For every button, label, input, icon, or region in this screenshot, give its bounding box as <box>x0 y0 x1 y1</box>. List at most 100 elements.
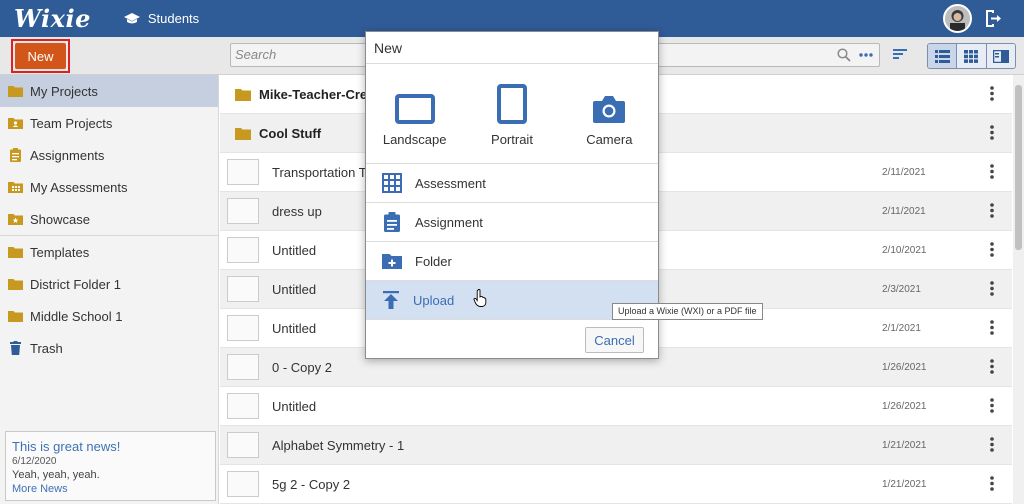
folder-icon <box>8 86 23 97</box>
file-thumbnail <box>227 276 259 302</box>
logout-icon[interactable] <box>983 8 1003 29</box>
sidebar-item-label: Templates <box>30 244 90 260</box>
kebab-menu-icon[interactable] <box>990 437 994 452</box>
list-view-button[interactable] <box>928 44 958 68</box>
menu-item-label: Upload <box>413 292 455 308</box>
kebab-menu-icon[interactable] <box>990 164 994 179</box>
menu-item-assignment[interactable]: Assignment <box>366 203 658 242</box>
file-thumbnail <box>227 198 259 224</box>
landscape-icon <box>394 94 435 124</box>
detail-view-icon <box>992 49 1009 63</box>
folder-icon <box>235 88 251 101</box>
file-row[interactable]: Alphabet Symmetry - 1 1/21/2021 <box>220 426 1012 465</box>
scrollbar-thumb[interactable] <box>1015 85 1022 250</box>
menu-item-label: Assignment <box>415 214 483 230</box>
portrait-tile[interactable]: Portrait <box>463 64 560 163</box>
kebab-menu-icon[interactable] <box>990 281 994 296</box>
file-row[interactable]: 5g 2 - Copy 2 1/21/2021 <box>220 465 1012 504</box>
folder-icon <box>235 127 251 140</box>
file-date: 1/21/2021 <box>882 478 927 490</box>
upload-tooltip: Upload a Wixie (WXI) or a PDF file <box>612 303 763 320</box>
portrait-icon <box>496 84 527 124</box>
scrollbar[interactable] <box>1013 75 1024 504</box>
kebab-menu-icon[interactable] <box>990 476 994 491</box>
file-name: Untitled <box>272 281 317 297</box>
project-type-tiles: Landscape Portrait Camera <box>366 64 658 164</box>
folder-name: Cool Stuff <box>259 125 322 141</box>
sidebar-item-label: Team Projects <box>30 115 113 131</box>
file-date: 1/26/2021 <box>882 361 927 373</box>
camera-tile[interactable]: Camera <box>561 64 658 163</box>
folder-icon <box>8 279 23 290</box>
star-folder-icon <box>8 214 23 225</box>
clipboard-icon <box>384 212 400 232</box>
sidebar-item-assignments[interactable]: Assignments <box>0 139 218 171</box>
new-folder-icon <box>382 254 402 269</box>
news-title[interactable]: This is great news! <box>12 439 209 454</box>
sort-icon[interactable] <box>893 48 907 60</box>
sidebar-item-label: My Projects <box>30 83 98 99</box>
news-panel: This is great news! 6/12/2020 Yeah, yeah… <box>5 431 216 501</box>
search-icon[interactable] <box>837 48 851 62</box>
sidebar-item-team-projects[interactable]: Team Projects <box>0 107 218 139</box>
grid-view-button[interactable] <box>957 44 987 68</box>
menu-item-folder[interactable]: Folder <box>366 242 658 281</box>
kebab-menu-icon[interactable] <box>990 125 994 140</box>
kebab-menu-icon[interactable] <box>990 398 994 413</box>
tile-label: Camera <box>586 132 633 147</box>
file-thumbnail <box>227 471 259 497</box>
file-thumbnail <box>227 237 259 263</box>
sidebar-item-my-projects[interactable]: My Projects <box>0 75 218 107</box>
file-name: Untitled <box>272 398 317 414</box>
kebab-menu-icon[interactable] <box>990 242 994 257</box>
sidebar-item-label: Trash <box>30 340 63 356</box>
graduation-cap-icon <box>123 12 140 23</box>
sidebar-item-label: Middle School 1 <box>30 308 123 324</box>
new-button-highlight: New <box>11 39 70 73</box>
hand-cursor-icon <box>473 289 487 307</box>
sidebar-item-trash[interactable]: Trash <box>0 332 218 364</box>
kebab-menu-icon[interactable] <box>990 203 994 218</box>
sidebar-item-my-assessments[interactable]: My Assessments <box>0 171 218 203</box>
camera-icon <box>593 96 626 123</box>
sidebar-item-templates[interactable]: Templates <box>0 236 218 268</box>
file-date: 2/10/2021 <box>882 244 927 256</box>
menu-item-label: Assessment <box>415 175 486 191</box>
upload-icon <box>383 291 399 309</box>
app-logo[interactable]: Wixie <box>14 4 91 33</box>
file-name: dress up <box>272 203 322 219</box>
new-button[interactable]: New <box>15 43 66 69</box>
file-name: Untitled <box>272 320 317 336</box>
detail-view-button[interactable] <box>986 44 1015 68</box>
trash-icon <box>10 341 21 355</box>
clipboard-icon <box>10 148 21 162</box>
file-date: 2/11/2021 <box>882 166 926 178</box>
more-news-link[interactable]: More News <box>12 483 209 495</box>
sidebar-item-label: Assignments <box>30 147 105 163</box>
menu-item-assessment[interactable]: Assessment <box>366 164 658 203</box>
file-thumbnail <box>227 315 259 341</box>
kebab-menu-icon[interactable] <box>990 359 994 374</box>
sidebar-item-label: District Folder 1 <box>30 276 122 292</box>
user-photo-icon <box>945 6 970 31</box>
sidebar-item-middle-school-1[interactable]: Middle School 1 <box>0 300 218 332</box>
sidebar: My Projects Team Projects Assignments My… <box>0 75 219 504</box>
file-thumbnail <box>227 159 259 185</box>
file-name: Untitled <box>272 242 317 258</box>
file-row[interactable]: Untitled 1/26/2021 <box>220 387 1012 426</box>
cancel-button[interactable]: Cancel <box>585 327 644 353</box>
kebab-menu-icon[interactable] <box>990 86 994 101</box>
students-label: Students <box>147 11 200 26</box>
view-switcher <box>927 43 1016 69</box>
user-avatar[interactable] <box>943 4 972 33</box>
file-thumbnail <box>227 354 259 380</box>
kebab-menu-icon[interactable] <box>990 320 994 335</box>
sidebar-item-showcase[interactable]: Showcase <box>0 203 218 235</box>
team-folder-icon <box>8 118 23 129</box>
sidebar-item-district-folder-1[interactable]: District Folder 1 <box>0 268 218 300</box>
tile-label: Landscape <box>382 132 447 147</box>
more-options-icon[interactable] <box>859 53 873 57</box>
landscape-tile[interactable]: Landscape <box>366 64 463 163</box>
file-date: 1/21/2021 <box>882 439 927 451</box>
students-link[interactable]: Students <box>123 11 199 26</box>
